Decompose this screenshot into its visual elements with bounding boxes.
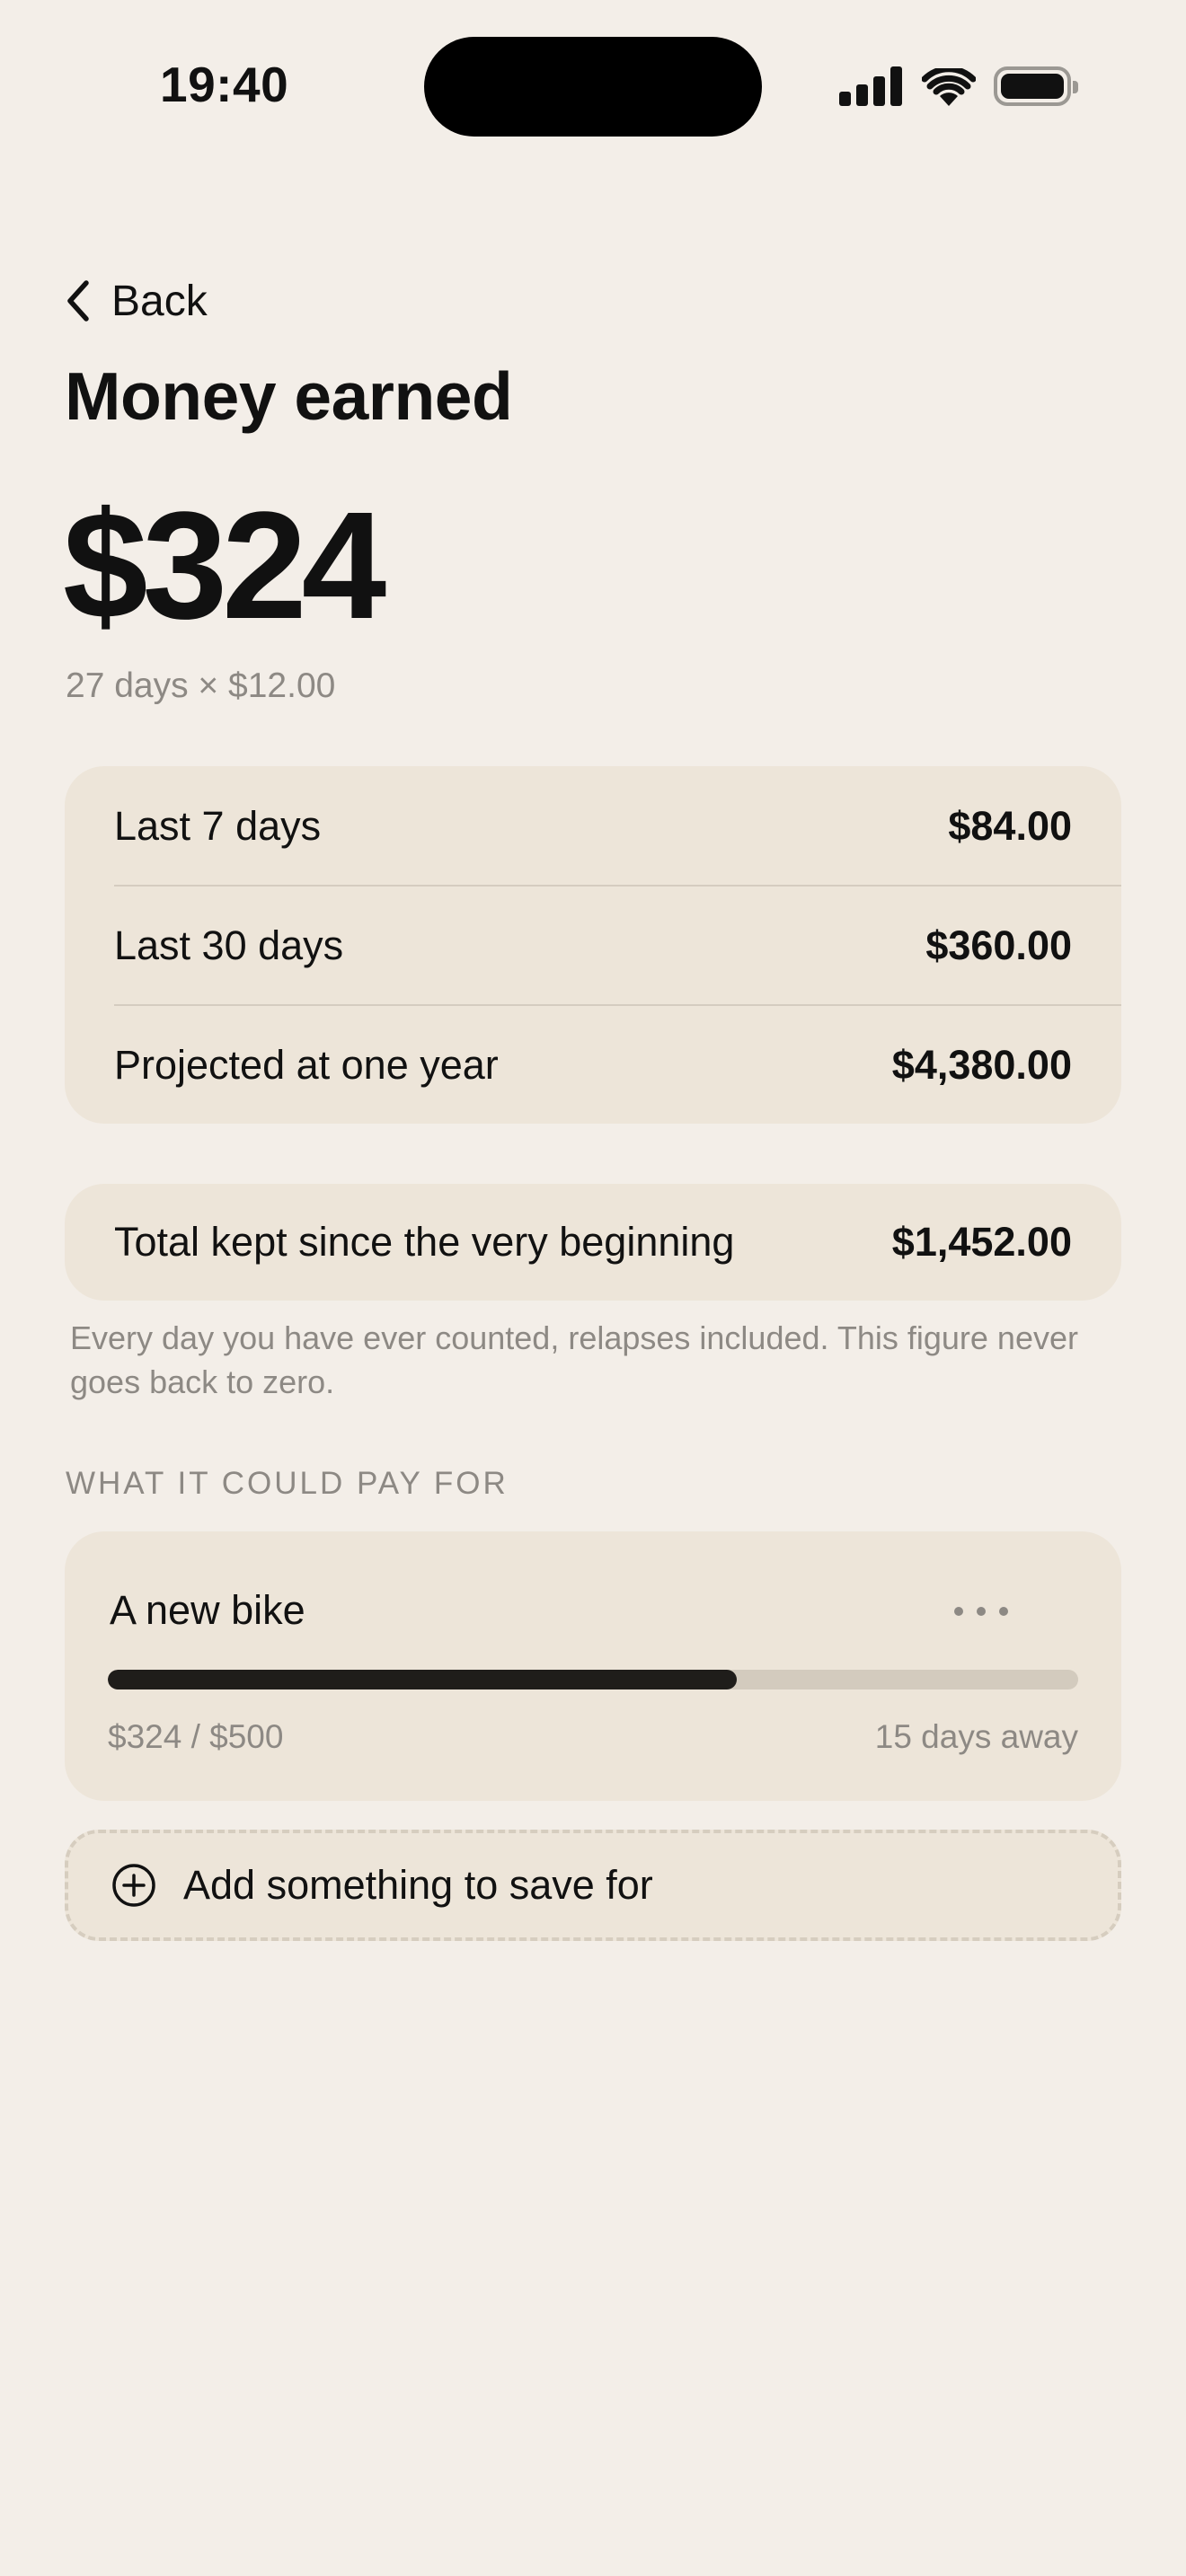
total-kept-value: $1,452.00 [891,1219,1072,1265]
total-kept-card: Total kept since the very beginning $1,4… [65,1184,1121,1301]
goal-card[interactable]: A new bike $324 / $500 15 days away [65,1531,1121,1801]
total-kept-row: Total kept since the very beginning $1,4… [114,1184,1121,1301]
section-title-goals: WHAT IT COULD PAY FOR [66,1466,509,1501]
back-button[interactable]: Back [65,269,208,332]
stat-label: Last 7 days [114,802,322,849]
goal-progress-fill [108,1670,737,1689]
status-time: 19:40 [160,57,289,112]
more-options-button[interactable] [954,1601,1008,1622]
total-kept-label: Total kept since the very beginning [114,1219,735,1265]
more-horizontal-icon-dot [977,1607,986,1616]
add-goal-button[interactable]: Add something to save for [65,1830,1121,1941]
more-horizontal-icon-dot [999,1607,1008,1616]
chevron-left-icon [67,280,89,322]
stat-row-projected-year: Projected at one year $4,380.00 [114,1005,1121,1125]
goal-amount: $324 / $500 [108,1718,284,1755]
wifi-icon [922,68,976,106]
goal-progress-bar [108,1670,1078,1689]
cellular-signal-icon [839,66,902,106]
stat-value: $84.00 [948,802,1072,849]
money-earned-screen: 19:40 Back Money earned $324 27 days × $… [0,0,1186,2576]
goal-eta: 15 days away [874,1718,1078,1755]
plus-circle-icon [112,1864,155,1907]
more-horizontal-icon-dot [954,1607,963,1616]
stat-value: $360.00 [925,922,1072,968]
money-earned-formula: 27 days × $12.00 [66,666,336,705]
money-earned-amount: $324 [63,481,386,651]
back-label: Back [111,277,208,325]
goal-name: A new bike [110,1587,305,1633]
stat-value: $4,380.00 [891,1041,1072,1088]
stat-label: Projected at one year [114,1041,499,1088]
page-title: Money earned [65,358,513,434]
dynamic-island [424,37,762,137]
stats-card: Last 7 days $84.00 Last 30 days $360.00 … [65,766,1121,1124]
battery-icon [994,66,1078,106]
add-goal-label: Add something to save for [183,1862,653,1908]
total-kept-note: Every day you have ever counted, relapse… [70,1319,1078,1400]
stat-row-last-7-days: Last 7 days $84.00 [114,766,1121,886]
stat-label: Last 30 days [114,922,344,968]
stat-row-last-30-days: Last 30 days $360.00 [114,886,1121,1005]
